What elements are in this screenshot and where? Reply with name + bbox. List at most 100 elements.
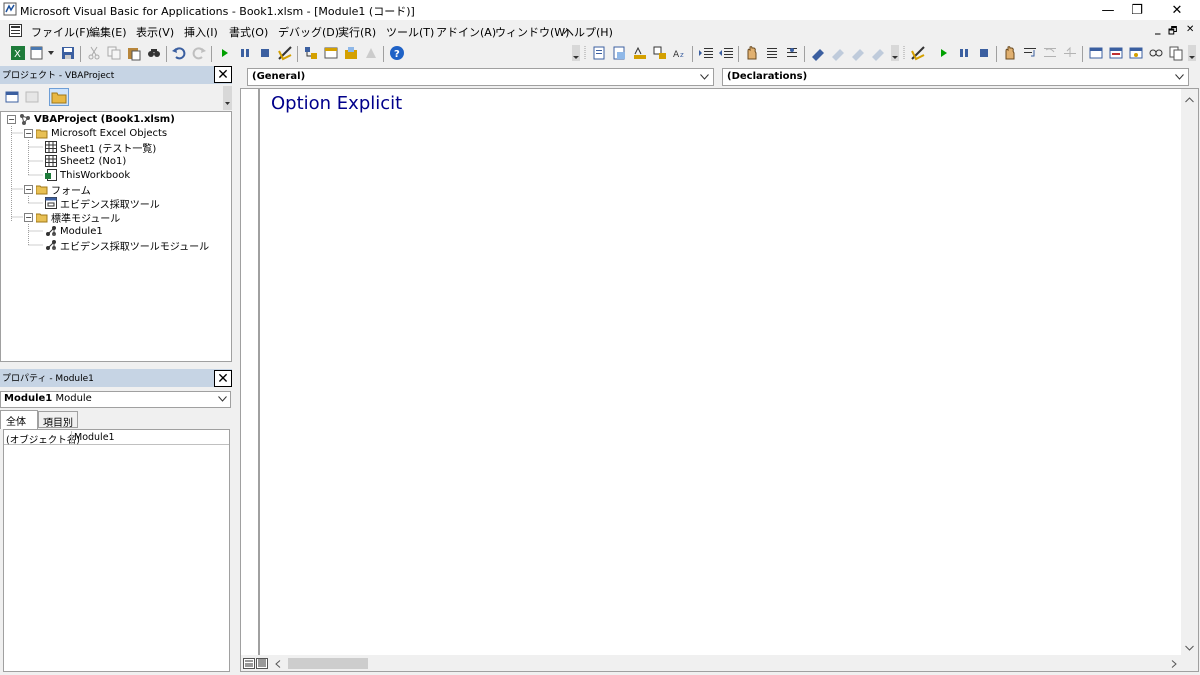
close-button[interactable]: ✕ [1154, 0, 1200, 20]
toggle-breakpoint-icon[interactable] [744, 45, 760, 61]
view-code-icon[interactable] [4, 89, 20, 105]
copy-icon[interactable] [106, 45, 122, 61]
watch-window-icon[interactable] [1128, 45, 1144, 61]
toggle-breakpoint-icon[interactable] [1002, 45, 1018, 61]
call-stack-icon[interactable] [1168, 45, 1184, 61]
full-module-view-icon[interactable] [256, 658, 268, 669]
save-icon[interactable] [60, 45, 76, 61]
tree-item-row[interactable]: Sheet2 (No1) [45, 154, 126, 168]
menu-run[interactable]: 実行(R) [338, 24, 376, 40]
comment-block-icon[interactable] [764, 45, 780, 61]
properties-panel-close-button[interactable]: ✕ [214, 370, 232, 387]
menu-file[interactable]: ファイル(F) [31, 24, 90, 40]
immediate-window-icon[interactable] [1108, 45, 1124, 61]
toggle-bookmark-icon[interactable] [810, 45, 826, 61]
vertical-scrollbar[interactable] [1181, 89, 1198, 655]
step-over-icon[interactable] [1042, 45, 1058, 61]
tree-item-row[interactable]: Sheet1 (テスト一覧) [45, 140, 156, 155]
menu-view[interactable]: 表示(V) [136, 24, 174, 40]
tree-item-row[interactable]: Module1 [45, 224, 103, 238]
vertical-scroll-track[interactable] [1183, 109, 1196, 643]
procedure-view-icon[interactable] [243, 658, 255, 669]
clear-bookmarks-icon[interactable] [870, 45, 886, 61]
reset-icon[interactable] [976, 45, 992, 61]
quick-watch-icon[interactable] [1148, 45, 1164, 61]
insert-userform-icon[interactable] [30, 45, 46, 61]
run-icon[interactable] [217, 45, 233, 61]
list-properties-icon[interactable] [592, 45, 608, 61]
quick-info-icon[interactable] [632, 45, 648, 61]
outdent-icon[interactable] [718, 45, 734, 61]
menu-format[interactable]: 書式(O) [229, 24, 268, 40]
property-row[interactable]: (オブジェクト名) Module1 [4, 431, 229, 446]
tree-folder-row[interactable]: − 標準モジュール [24, 210, 120, 225]
child-close-button[interactable]: ✕ [1186, 24, 1194, 35]
object-combo[interactable]: (General) [247, 68, 714, 86]
child-restore-button[interactable]: 🗗 [1168, 24, 1177, 41]
tree-root-row[interactable]: − VBAProject (Book1.xlsm) [7, 112, 175, 126]
break-icon[interactable] [956, 45, 972, 61]
run-icon[interactable] [936, 45, 952, 61]
menu-window[interactable]: ウィンドウ(W) [495, 24, 569, 40]
locals-window-icon[interactable] [1088, 45, 1104, 61]
dropdown-arrow-icon[interactable] [46, 45, 56, 61]
properties-object-combo[interactable]: Module1 Module [0, 391, 231, 408]
project-tree[interactable]: − VBAProject (Book1.xlsm) − Microsoft Ex… [0, 111, 232, 362]
view-object-icon[interactable] [24, 89, 40, 105]
design-mode-icon[interactable] [277, 45, 293, 61]
child-minimize-button[interactable]: _ [1155, 22, 1161, 35]
tab-alphabetic[interactable]: 全体 [0, 410, 38, 429]
object-browser-icon[interactable] [343, 45, 359, 61]
toolbox-icon[interactable] [363, 45, 379, 61]
menu-help[interactable]: ヘルプ(H) [563, 24, 613, 40]
scroll-right-icon[interactable] [1171, 660, 1177, 668]
menu-tools[interactable]: ツール(T) [386, 24, 434, 40]
help-icon[interactable]: ? [389, 45, 405, 61]
paste-icon[interactable] [126, 45, 142, 61]
next-bookmark-icon[interactable] [830, 45, 846, 61]
menu-debug[interactable]: デバッグ(D) [278, 24, 339, 40]
tree-item-row[interactable]: エビデンス採取ツールモジュール [45, 238, 209, 253]
scroll-left-icon[interactable] [275, 660, 281, 668]
find-icon[interactable] [146, 45, 162, 61]
uncomment-block-icon[interactable] [784, 45, 800, 61]
menu-edit[interactable]: 編集(E) [89, 24, 127, 40]
parameter-info-icon[interactable] [652, 45, 668, 61]
project-explorer-icon[interactable] [303, 45, 319, 61]
menu-insert[interactable]: 挿入(I) [184, 24, 218, 40]
margin-indicator-bar[interactable] [241, 89, 260, 655]
indent-icon[interactable] [698, 45, 714, 61]
tree-folder-row[interactable]: − フォーム [24, 182, 91, 197]
scroll-up-icon[interactable] [1185, 97, 1194, 103]
procedure-combo[interactable]: (Declarations) [722, 68, 1189, 86]
redo-icon[interactable] [191, 45, 207, 61]
tree-item-row[interactable]: ThisWorkbook [45, 168, 130, 182]
menu-addins[interactable]: アドイン(A) [436, 24, 496, 40]
project-panel-close-button[interactable]: ✕ [214, 66, 232, 83]
list-constants-icon[interactable] [612, 45, 628, 61]
collapse-toggle[interactable]: − [24, 128, 33, 138]
tree-folder-row[interactable]: − Microsoft Excel Objects [24, 126, 167, 140]
panel-toolbar-overflow[interactable] [223, 86, 232, 110]
toolbar-overflow-icon[interactable] [572, 45, 580, 61]
toolbar-overflow-icon[interactable] [1188, 45, 1196, 61]
collapse-toggle[interactable]: − [24, 212, 33, 222]
complete-word-icon[interactable]: Az [672, 45, 688, 61]
tree-item-row[interactable]: エビデンス採取ツール [45, 196, 160, 211]
design-mode-icon[interactable] [910, 45, 926, 61]
tab-categorized[interactable]: 項目別 [38, 411, 78, 429]
reset-icon[interactable] [257, 45, 273, 61]
undo-icon[interactable] [171, 45, 187, 61]
step-into-icon[interactable] [1022, 45, 1038, 61]
collapse-toggle[interactable]: − [7, 114, 16, 124]
collapse-toggle[interactable]: − [24, 184, 33, 194]
toggle-folders-icon[interactable] [49, 88, 69, 106]
code-text[interactable]: Option Explicit [271, 93, 402, 114]
break-icon[interactable] [237, 45, 253, 61]
cut-icon[interactable] [86, 45, 102, 61]
properties-window-icon[interactable] [323, 45, 339, 61]
scroll-down-icon[interactable] [1185, 645, 1194, 651]
module-menu-icon[interactable] [9, 24, 22, 37]
toolbar-overflow-icon[interactable] [891, 45, 899, 61]
horizontal-scroll-thumb[interactable] [288, 658, 368, 669]
